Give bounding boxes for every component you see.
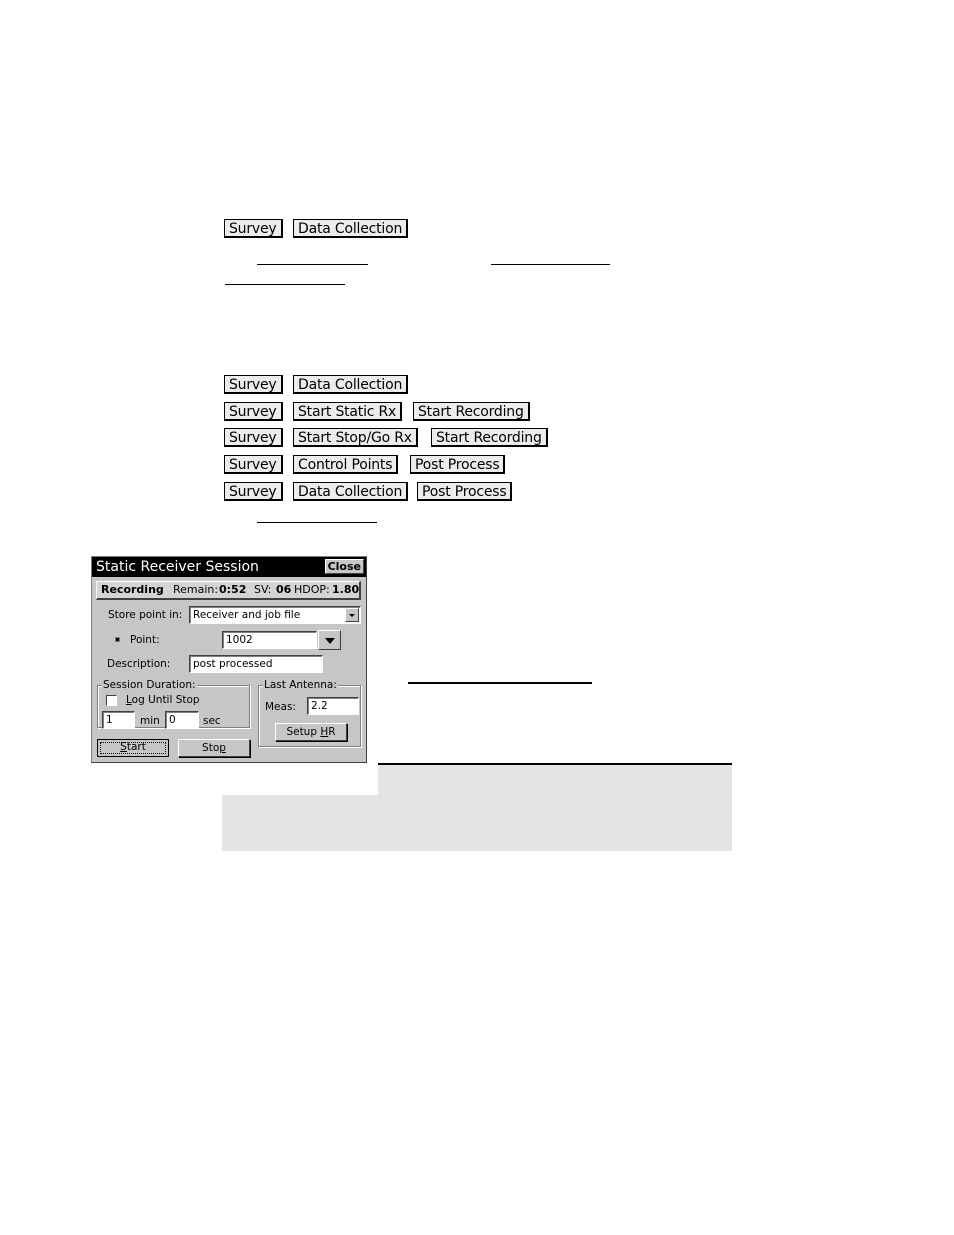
menu-button-start-recording[interactable]: Start Recording (431, 428, 548, 447)
log-until-stop-label: Log Until Stop (126, 694, 200, 706)
chevron-down-icon (349, 614, 355, 617)
menu-button-survey[interactable]: Survey (224, 482, 283, 501)
close-button[interactable]: Close (324, 559, 364, 574)
store-point-label: Store point in: (108, 609, 183, 621)
last-antenna-legend: Last Antenna: (263, 679, 338, 691)
menu-button-post-process[interactable]: Post Process (417, 482, 513, 501)
hyperlink-underline[interactable] (225, 284, 345, 285)
duration-min-input[interactable]: 1 (102, 711, 135, 729)
menu-button-post-process[interactable]: Post Process (410, 455, 506, 474)
sec-label: sec (203, 715, 221, 727)
session-duration-legend: Session Duration: (102, 679, 197, 691)
log-until-stop-checkbox[interactable] (106, 695, 117, 706)
sv-value: 06 (276, 583, 292, 596)
stop-button[interactable]: Stop (178, 739, 250, 757)
dialog-titlebar: Static Receiver Session Close (92, 557, 366, 577)
start-button[interactable]: Start (97, 739, 169, 757)
meas-label: Meas: (265, 701, 296, 713)
note-rule (378, 763, 732, 765)
dialog-title: Static Receiver Session (96, 559, 259, 575)
store-point-select[interactable]: Receiver and job file (189, 606, 361, 624)
menu-button-control-points[interactable]: Control Points (293, 455, 399, 474)
hdop-value: 1.80 (332, 583, 360, 596)
recording-status-bar: Recording Remain: 0:52 SV: 06 HDOP: 1.80 (96, 581, 361, 600)
log-until-stop-rest: og Until Stop (131, 694, 200, 706)
description-label: Description: (107, 658, 171, 670)
point-label: Point: (130, 634, 160, 646)
hyperlink-underline[interactable] (408, 682, 592, 684)
duration-sec-input[interactable]: 0 (165, 711, 199, 729)
sv-label: SV: (254, 583, 272, 596)
min-label: min (140, 715, 160, 727)
store-point-dropdown-button[interactable] (345, 608, 359, 622)
menu-button-data-collection[interactable]: Data Collection (293, 375, 409, 394)
menu-button-start-recording[interactable]: Start Recording (413, 402, 530, 421)
menu-button-survey[interactable]: Survey (224, 455, 283, 474)
note-box-top (378, 765, 732, 795)
menu-button-survey[interactable]: Survey (224, 219, 283, 238)
hyperlink-underline[interactable] (491, 264, 610, 265)
point-list-button[interactable] (318, 630, 341, 650)
hyperlink-underline[interactable] (257, 264, 368, 265)
setup-hr-button[interactable]: Setup HR (275, 723, 347, 741)
note-box (222, 795, 732, 851)
start-label: Start (120, 741, 146, 753)
static-receiver-session-dialog: Static Receiver Session Close Recording … (91, 556, 367, 763)
recording-state: Recording (101, 583, 164, 596)
meas-input[interactable]: 2.2 (307, 697, 359, 715)
chevron-down-icon (325, 638, 335, 644)
description-input[interactable]: post processed (189, 655, 323, 673)
store-point-value: Receiver and job file (193, 609, 301, 621)
setup-hr-label: Setup HR (286, 726, 336, 738)
point-input[interactable]: 1002 (222, 631, 317, 649)
hdop-label: HDOP: (294, 583, 330, 596)
menu-button-survey[interactable]: Survey (224, 375, 283, 394)
menu-button-survey[interactable]: Survey (224, 402, 283, 421)
remain-label: Remain: (173, 583, 219, 596)
menu-button-data-collection[interactable]: Data Collection (293, 482, 409, 501)
stop-label: Stop (202, 742, 226, 754)
menu-button-data-collection[interactable]: Data Collection (293, 219, 409, 238)
menu-button-survey[interactable]: Survey (224, 428, 283, 447)
menu-button-start-stop-go-rx[interactable]: Start Stop/Go Rx (293, 428, 418, 447)
remain-value: 0:52 (219, 583, 247, 596)
bullet-icon (115, 637, 120, 642)
hyperlink-underline[interactable] (257, 522, 377, 523)
menu-button-start-static-rx[interactable]: Start Static Rx (293, 402, 403, 421)
